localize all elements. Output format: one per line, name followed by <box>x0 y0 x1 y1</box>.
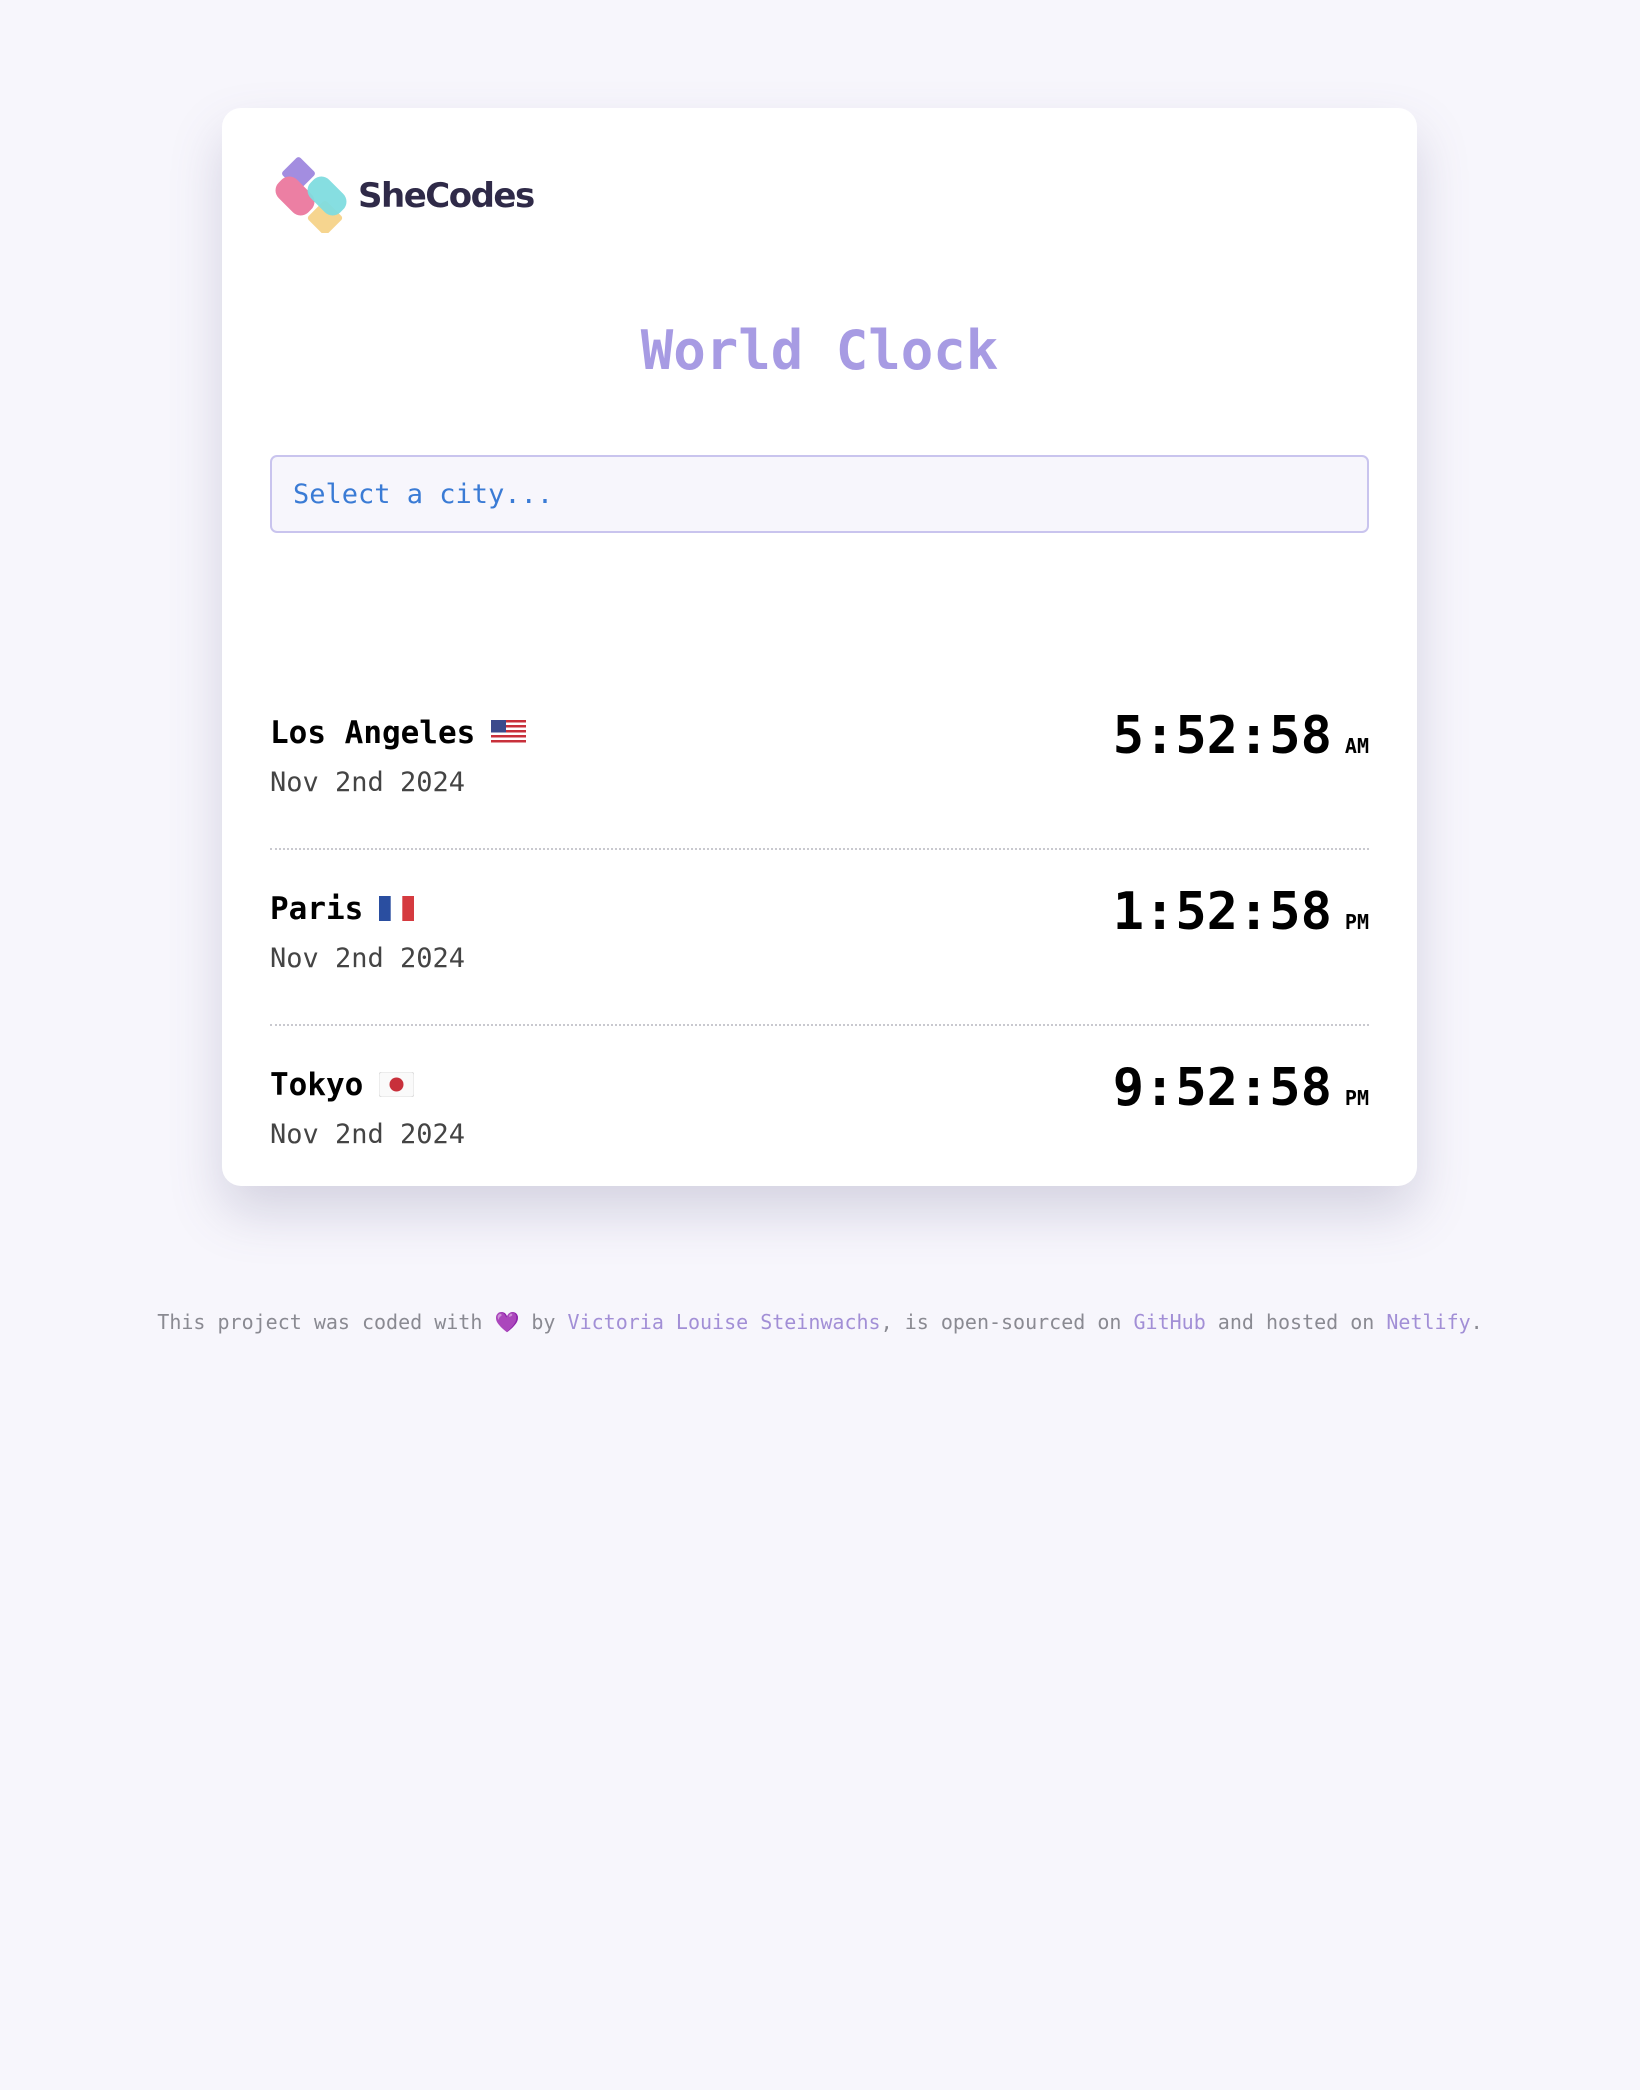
city-name-label: Tokyo <box>270 1067 364 1103</box>
france-flag-svg <box>379 896 415 921</box>
netlify-link[interactable]: Netlify <box>1386 1310 1470 1334</box>
city-name: Paris <box>270 889 415 929</box>
purple-heart-icon: 💜 <box>494 1310 520 1334</box>
world-clock-card: SheCodes World Clock Select a city... Lo… <box>222 108 1417 1186</box>
city-time: 1:52:58 PM <box>1113 881 1369 943</box>
city-row-paris: Paris Nov 2nd 2024 1:52:58 PM <box>270 849 1369 1026</box>
time-value: 5:52:58 <box>1112 706 1332 766</box>
logo-text: SheCodes <box>358 176 535 216</box>
city-name: Los Angeles <box>270 713 527 753</box>
footer-text: , is open-sourced on <box>880 1310 1122 1334</box>
footer-text: by <box>531 1310 556 1334</box>
author-link[interactable]: Victoria Louise Steinwachs <box>568 1310 881 1334</box>
city-time: 5:52:58 AM <box>1113 705 1369 767</box>
github-link[interactable]: GitHub <box>1133 1310 1205 1334</box>
japan-flag-icon <box>379 1072 415 1097</box>
city-name-label: Paris <box>270 891 364 927</box>
city-date: Nov 2nd 2024 <box>270 1119 466 1150</box>
us-flag-svg <box>491 720 527 745</box>
time-period: PM <box>1344 1086 1369 1110</box>
city-date: Nov 2nd 2024 <box>270 767 466 798</box>
city-select-placeholder: Select a city... <box>293 478 554 510</box>
footer-text: This project was coded with <box>157 1310 483 1334</box>
shecodes-logo-icon <box>275 157 347 233</box>
us-flag-icon <box>491 720 527 745</box>
page-title: World Clock <box>640 319 999 382</box>
time-period: PM <box>1344 910 1369 934</box>
city-name: Tokyo <box>270 1065 415 1105</box>
city-select-dropdown[interactable]: Select a city... <box>270 455 1369 533</box>
city-row-los-angeles: Los Angeles Nov 2nd 2024 5:52:58 AM <box>270 673 1369 850</box>
japan-flag-svg <box>379 1072 415 1097</box>
footer-text: . <box>1470 1310 1483 1334</box>
city-date: Nov 2nd 2024 <box>270 943 466 974</box>
shecodes-logo[interactable]: SheCodes <box>272 156 535 234</box>
footer-text: and hosted on <box>1217 1310 1375 1334</box>
time-period: AM <box>1344 734 1369 758</box>
city-row-tokyo: Tokyo Nov 2nd 2024 9:52:58 PM <box>270 1025 1369 1200</box>
city-time: 9:52:58 PM <box>1113 1057 1369 1119</box>
time-value: 1:52:58 <box>1112 882 1332 942</box>
footer: This project was coded with 💜 by Victori… <box>0 1310 1640 1334</box>
france-flag-icon <box>379 896 415 921</box>
time-value: 9:52:58 <box>1112 1058 1332 1118</box>
city-name-label: Los Angeles <box>270 715 476 751</box>
